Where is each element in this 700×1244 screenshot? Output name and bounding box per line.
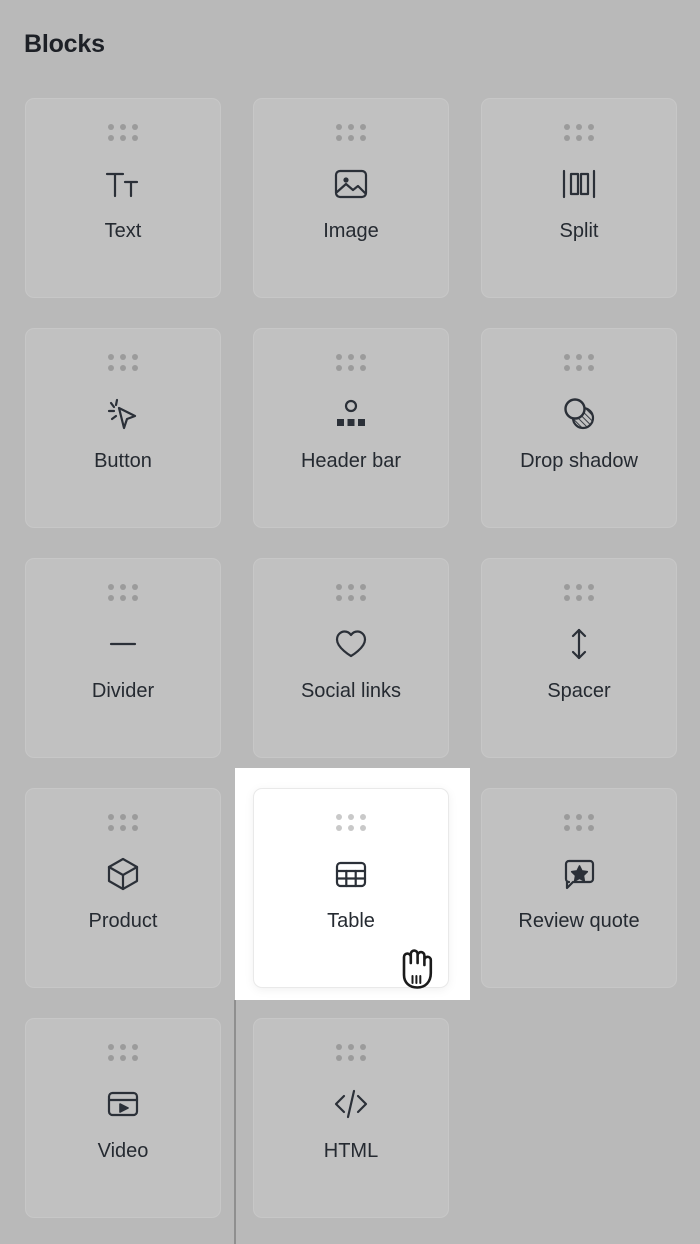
- drag-handle-dots-icon[interactable]: [564, 584, 594, 601]
- click-cursor-icon: [104, 392, 142, 436]
- vertical-arrows-icon: [560, 622, 598, 666]
- block-card-label: Split: [559, 220, 599, 242]
- drag-handle-dots-icon[interactable]: [108, 814, 138, 831]
- drag-handle-dots-icon[interactable]: [336, 584, 366, 601]
- block-card-label: Table: [327, 910, 375, 932]
- divider-icon: [104, 622, 142, 666]
- block-card-split[interactable]: Split: [481, 98, 677, 298]
- drag-handle-dots-icon[interactable]: [336, 354, 366, 371]
- block-card-label: Divider: [91, 680, 155, 702]
- block-card-divider[interactable]: Divider: [25, 558, 221, 758]
- block-card-label: Product: [88, 910, 158, 932]
- block-card-text[interactable]: Text: [25, 98, 221, 298]
- image-icon: [332, 162, 370, 206]
- block-card-html[interactable]: HTML: [253, 1018, 449, 1218]
- block-card-label: Review quote: [518, 910, 640, 932]
- block-card-label: HTML: [323, 1140, 379, 1162]
- block-card-drop-shadow[interactable]: Drop shadow: [481, 328, 677, 528]
- drag-handle-dots-icon[interactable]: [336, 1044, 366, 1061]
- video-player-icon: [104, 1082, 142, 1126]
- cube-icon: [104, 852, 142, 896]
- text-size-icon: [103, 162, 143, 206]
- block-card-social-links[interactable]: Social links: [253, 558, 449, 758]
- block-card-spacer[interactable]: Spacer: [481, 558, 677, 758]
- block-card-product[interactable]: Product: [25, 788, 221, 988]
- code-brackets-icon: [331, 1082, 371, 1126]
- drop-shadow-icon: [560, 392, 598, 436]
- table-icon: [332, 852, 370, 896]
- block-card-review-quote[interactable]: Review quote: [481, 788, 677, 988]
- block-card-label: Image: [323, 220, 379, 242]
- block-card-header-bar[interactable]: Header bar: [253, 328, 449, 528]
- drag-handle-dots-icon[interactable]: [108, 1044, 138, 1061]
- block-card-button[interactable]: Button: [25, 328, 221, 528]
- block-card-label: Spacer: [547, 680, 611, 702]
- block-card-table[interactable]: Table: [253, 788, 449, 988]
- header-bar-icon: [332, 392, 370, 436]
- page-title: Blocks: [24, 30, 105, 58]
- block-card-label: Text: [104, 220, 142, 242]
- block-card-video[interactable]: Video: [25, 1018, 221, 1218]
- heart-icon: [332, 622, 370, 666]
- drag-handle-dots-icon[interactable]: [108, 584, 138, 601]
- block-card-label: Header bar: [300, 450, 402, 472]
- block-card-label: Social links: [300, 680, 402, 702]
- drag-handle-dots-icon[interactable]: [336, 814, 366, 831]
- block-card-label: Video: [97, 1140, 149, 1162]
- drag-handle-dots-icon[interactable]: [108, 124, 138, 141]
- drag-handle-dots-icon[interactable]: [564, 124, 594, 141]
- star-speech-bubble-icon: [560, 852, 598, 896]
- drop-indicator-line: [234, 1000, 236, 1244]
- block-card-image[interactable]: Image: [253, 98, 449, 298]
- block-card-label: Button: [94, 450, 152, 472]
- drag-handle-dots-icon[interactable]: [336, 124, 366, 141]
- block-card-label: Drop shadow: [520, 450, 638, 472]
- blocks-grid: Text Image Split Button Header bar Drop …: [25, 98, 677, 1218]
- drag-handle-dots-icon[interactable]: [108, 354, 138, 371]
- drag-handle-dots-icon[interactable]: [564, 814, 594, 831]
- split-columns-icon: [559, 162, 599, 206]
- drag-handle-dots-icon[interactable]: [564, 354, 594, 371]
